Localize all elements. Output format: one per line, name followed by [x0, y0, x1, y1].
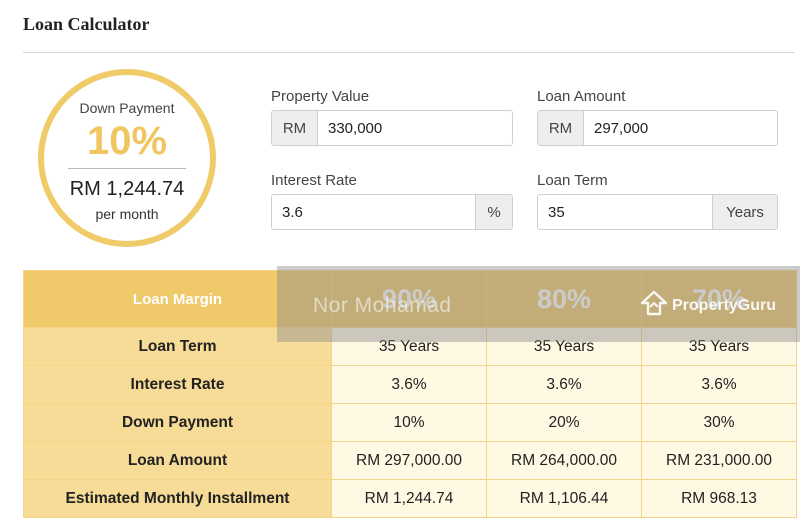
- summary-divider: [68, 168, 186, 169]
- years-suffix: Years: [712, 195, 777, 229]
- title-divider: [23, 52, 795, 53]
- table-cell: RM 264,000.00: [486, 441, 642, 480]
- watermark-agent-name: Nor Mohamad: [313, 294, 452, 317]
- interest-rate-field: %: [271, 194, 513, 230]
- loan-amount-label: Loan Amount: [537, 88, 626, 105]
- interest-rate-input[interactable]: [272, 195, 475, 229]
- per-month-label: per month: [95, 206, 159, 222]
- table-cell: 3.6%: [486, 365, 642, 404]
- down-payment-percent: 10%: [86, 119, 168, 163]
- property-value-label: Property Value: [271, 88, 370, 105]
- table-cell: RM 1,244.74: [331, 479, 487, 518]
- watermark-logo: PropertyGuru: [640, 290, 776, 321]
- table-cell: 10%: [331, 403, 487, 442]
- row-label: Down Payment: [23, 403, 332, 442]
- loan-term-label: Loan Term: [537, 172, 608, 189]
- row-label: Loan Amount: [23, 441, 332, 480]
- table-row: Estimated Monthly Installment RM 1,244.7…: [23, 479, 797, 518]
- down-payment-label: Down Payment: [79, 100, 175, 116]
- propertyguru-logo-icon: [640, 290, 668, 321]
- currency-prefix: RM: [538, 111, 584, 145]
- table-cell: RM 1,106.44: [486, 479, 642, 518]
- interest-rate-label: Interest Rate: [271, 172, 357, 189]
- loan-term-input[interactable]: [538, 195, 712, 229]
- loan-amount-input[interactable]: [584, 111, 777, 145]
- loan-term-field: Years: [537, 194, 778, 230]
- row-label: Interest Rate: [23, 365, 332, 404]
- table-cell: 3.6%: [331, 365, 487, 404]
- table-cell: RM 968.13: [641, 479, 797, 518]
- table-row: Loan Amount RM 297,000.00 RM 264,000.00 …: [23, 441, 797, 480]
- table-row: Interest Rate 3.6% 3.6% 3.6%: [23, 365, 797, 404]
- table-cell: 20%: [486, 403, 642, 442]
- page-title: Loan Calculator: [23, 14, 150, 34]
- down-payment-summary: Down Payment 10% RM 1,244.74 per month: [38, 69, 216, 247]
- property-value-field: RM: [271, 110, 513, 146]
- property-value-input[interactable]: [318, 111, 512, 145]
- row-label: Estimated Monthly Installment: [23, 479, 332, 518]
- table-cell: RM 231,000.00: [641, 441, 797, 480]
- currency-prefix: RM: [272, 111, 318, 145]
- table-row: Down Payment 10% 20% 30%: [23, 403, 797, 442]
- loan-amount-field: RM: [537, 110, 778, 146]
- watermark-brand: PropertyGuru: [672, 296, 777, 314]
- table-cell: 3.6%: [641, 365, 797, 404]
- table-cell: RM 297,000.00: [331, 441, 487, 480]
- monthly-amount: RM 1,244.74: [69, 178, 185, 200]
- percent-suffix: %: [475, 195, 512, 229]
- table-cell: 30%: [641, 403, 797, 442]
